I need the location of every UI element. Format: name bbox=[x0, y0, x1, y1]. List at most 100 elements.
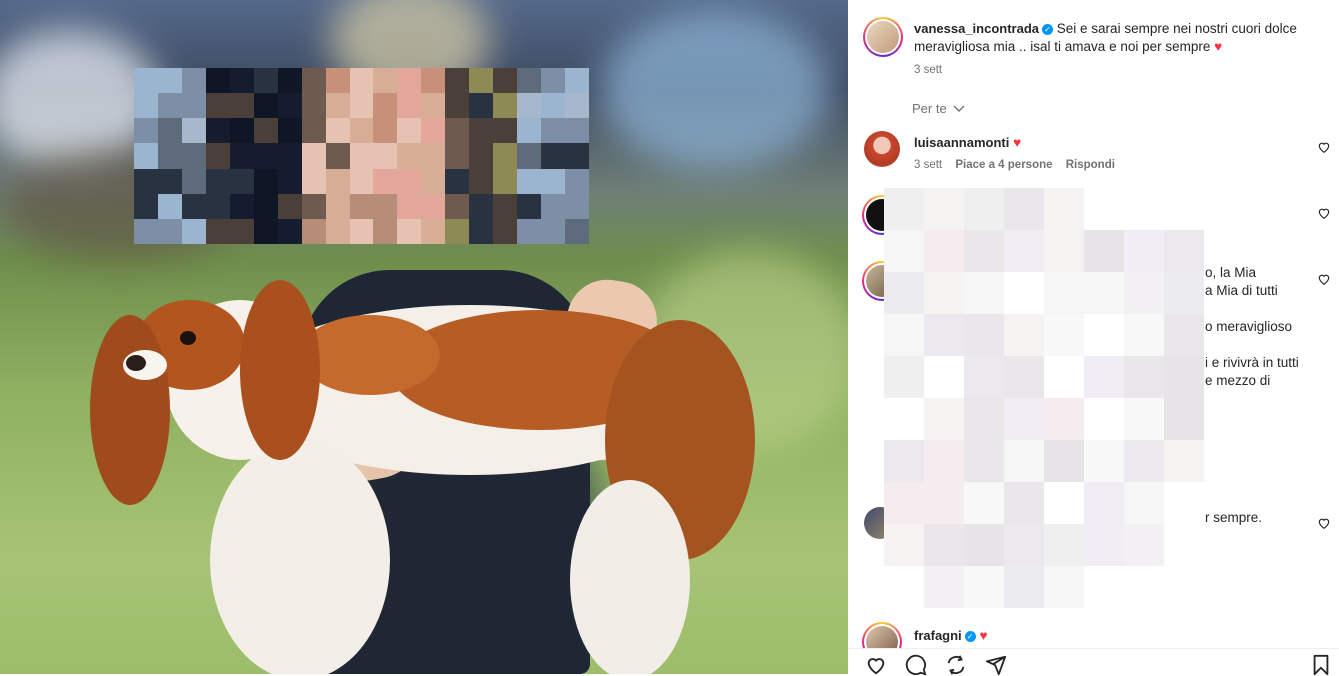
repost-icon[interactable] bbox=[944, 654, 968, 676]
author-username[interactable]: vanessa_incontrada bbox=[914, 21, 1039, 36]
mosaic-tile bbox=[1164, 398, 1204, 440]
mosaic-tile bbox=[1084, 398, 1124, 440]
post-time: 3 sett bbox=[914, 64, 943, 76]
like-icon[interactable] bbox=[1317, 140, 1331, 154]
mosaic-tile bbox=[301, 68, 326, 94]
mosaic-tile bbox=[277, 218, 302, 244]
mosaic-tile bbox=[493, 118, 518, 144]
mosaic-tile bbox=[157, 93, 182, 119]
mosaic-tile bbox=[1164, 566, 1204, 608]
mosaic-tile bbox=[277, 143, 302, 169]
mosaic-tile bbox=[924, 356, 964, 398]
mosaic-tile bbox=[964, 188, 1004, 230]
like-icon[interactable] bbox=[1317, 206, 1331, 220]
mosaic-tile bbox=[325, 68, 350, 94]
mosaic-tile bbox=[229, 93, 254, 119]
mosaic-tile bbox=[1164, 188, 1204, 230]
mosaic-tile bbox=[1124, 398, 1164, 440]
mosaic-tile bbox=[421, 118, 446, 144]
comment-username[interactable]: luisaannamonti bbox=[914, 135, 1009, 150]
mosaic-tile bbox=[884, 314, 924, 356]
mosaic-tile bbox=[349, 68, 374, 94]
mosaic-tile bbox=[373, 168, 398, 194]
like-icon[interactable] bbox=[1317, 272, 1331, 286]
mosaic-tile bbox=[1084, 314, 1124, 356]
heart-emoji: ♥ bbox=[1013, 135, 1022, 150]
comment-text-row: frafagni ✓ ♥ bbox=[914, 627, 987, 645]
mosaic-tile bbox=[325, 193, 350, 219]
mosaic-tile bbox=[373, 68, 398, 94]
mosaic-tile bbox=[157, 68, 182, 94]
mosaic-tile bbox=[884, 482, 924, 524]
mosaic-tile bbox=[1044, 440, 1084, 482]
mosaic-tile bbox=[924, 230, 964, 272]
comment-fragment: i e rivivrà in tutti bbox=[1205, 355, 1299, 370]
mosaic-tile bbox=[565, 168, 589, 194]
mosaic-tile bbox=[1084, 188, 1124, 230]
reply-button[interactable]: Rispondi bbox=[1066, 159, 1115, 171]
mosaic-tile bbox=[205, 118, 230, 144]
mosaic-tile bbox=[884, 524, 924, 566]
comment-blur-mosaic bbox=[884, 188, 1204, 608]
verified-icon: ✓ bbox=[964, 631, 976, 642]
comment-username[interactable]: frafagni bbox=[914, 628, 962, 643]
mosaic-tile bbox=[1124, 524, 1164, 566]
mosaic-tile bbox=[229, 193, 254, 219]
comment-filter[interactable]: Per te bbox=[912, 101, 965, 116]
mosaic-tile bbox=[397, 68, 422, 94]
mosaic-tile bbox=[924, 524, 964, 566]
mosaic-tile bbox=[1084, 566, 1124, 608]
comment-avatar[interactable] bbox=[864, 131, 900, 167]
mosaic-tile bbox=[1124, 482, 1164, 524]
mosaic-tile bbox=[134, 118, 158, 144]
mosaic-tile bbox=[924, 314, 964, 356]
mosaic-tile bbox=[134, 143, 158, 169]
mosaic-tile bbox=[1004, 566, 1044, 608]
mosaic-tile bbox=[964, 440, 1004, 482]
mosaic-tile bbox=[541, 168, 566, 194]
post-photo[interactable] bbox=[0, 0, 848, 674]
mosaic-tile bbox=[517, 168, 542, 194]
mosaic-tile bbox=[469, 168, 494, 194]
share-icon[interactable] bbox=[984, 654, 1008, 676]
mosaic-tile bbox=[541, 118, 566, 144]
mosaic-tile bbox=[1164, 356, 1204, 398]
mosaic-tile bbox=[1084, 356, 1124, 398]
mosaic-tile bbox=[517, 118, 542, 144]
mosaic-tile bbox=[1044, 356, 1084, 398]
mosaic-tile bbox=[134, 168, 158, 194]
mosaic-tile bbox=[397, 143, 422, 169]
mosaic-tile bbox=[157, 143, 182, 169]
mosaic-tile bbox=[469, 143, 494, 169]
mosaic-tile bbox=[445, 193, 470, 219]
mosaic-tile bbox=[493, 218, 518, 244]
mosaic-tile bbox=[205, 193, 230, 219]
mosaic-tile bbox=[517, 93, 542, 119]
mosaic-tile bbox=[1084, 524, 1124, 566]
mosaic-tile bbox=[1044, 314, 1084, 356]
mosaic-tile bbox=[181, 193, 206, 219]
verified-icon: ✓ bbox=[1042, 24, 1054, 35]
like-icon[interactable] bbox=[1317, 516, 1331, 530]
mosaic-tile bbox=[469, 118, 494, 144]
comment-icon[interactable] bbox=[904, 654, 928, 676]
mosaic-tile bbox=[253, 68, 278, 94]
heart-icon[interactable] bbox=[864, 654, 888, 676]
mosaic-tile bbox=[349, 118, 374, 144]
mosaic-tile bbox=[964, 272, 1004, 314]
mosaic-tile bbox=[1164, 482, 1204, 524]
mosaic-tile bbox=[1044, 230, 1084, 272]
mosaic-tile bbox=[181, 218, 206, 244]
post-caption-block: vanessa_incontrada ✓ Sei e sarai sempre n… bbox=[914, 20, 1314, 56]
author-avatar[interactable] bbox=[863, 17, 903, 57]
comment-time: 3 sett bbox=[914, 159, 943, 171]
mosaic-tile bbox=[277, 93, 302, 119]
comment-likes[interactable]: Piace a 4 persone bbox=[955, 159, 1052, 171]
mosaic-tile bbox=[253, 168, 278, 194]
mosaic-tile bbox=[205, 218, 230, 244]
mosaic-tile bbox=[445, 218, 470, 244]
mosaic-tile bbox=[924, 482, 964, 524]
bookmark-icon[interactable] bbox=[1311, 654, 1331, 676]
mosaic-tile bbox=[1004, 188, 1044, 230]
mosaic-tile bbox=[1004, 398, 1044, 440]
